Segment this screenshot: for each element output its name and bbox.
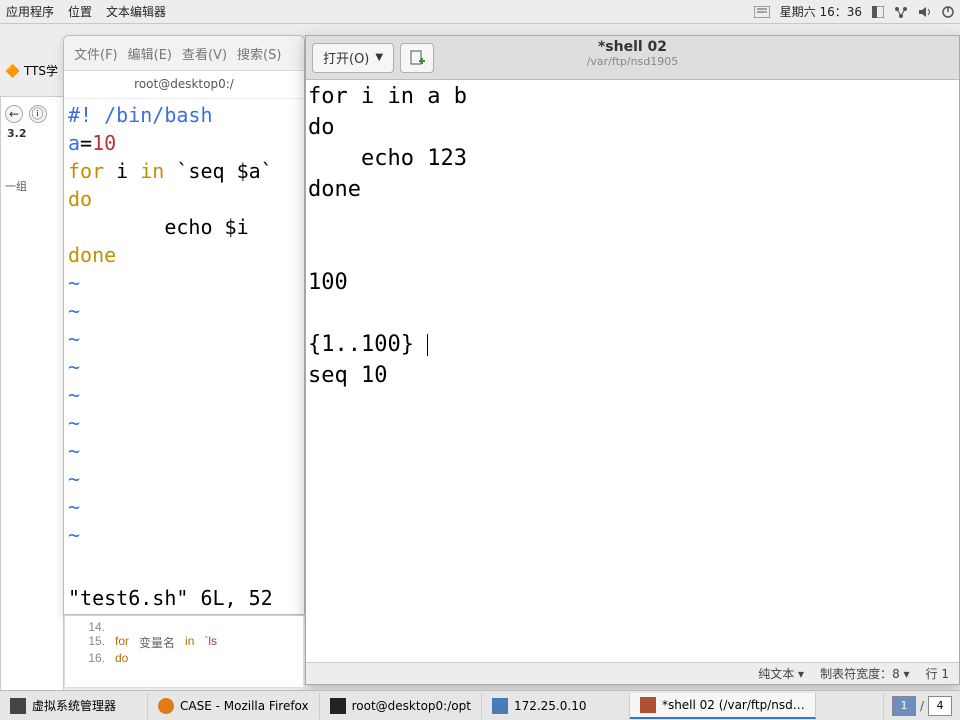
chevron-down-icon: ▼	[375, 52, 383, 63]
task-vm[interactable]: 虚拟系统管理器	[0, 693, 148, 719]
background-tab[interactable]: 🔶 TTS学	[5, 62, 58, 79]
info-button[interactable]: ⓘ	[29, 105, 47, 123]
vim-status-line: "test6.sh" 6L, 52	[68, 586, 273, 610]
workspace-current[interactable]: 1	[892, 696, 916, 716]
sidebar-toggle-icon[interactable]	[872, 6, 884, 18]
new-doc-icon	[409, 50, 425, 66]
gedit-textarea[interactable]: for i in a b do echo 123 done 100 {1..10…	[306, 80, 959, 662]
network-icon[interactable]	[894, 6, 908, 18]
gedit-statusbar: 纯文本 ▾ 制表符宽度：8 ▾ 行 1	[306, 662, 959, 684]
new-tab-button[interactable]	[400, 43, 434, 73]
gedit-line: for i in a b	[308, 84, 467, 109]
task-editor[interactable]: *shell 02 (/var/ftp/nsd…	[630, 693, 816, 719]
gedit-line: seq 10	[308, 363, 387, 388]
clock[interactable]: 星期六 16：36	[780, 3, 862, 20]
firefox-icon	[158, 698, 174, 714]
tab-icon: 🔶	[5, 64, 20, 78]
vim-tilde: ~	[68, 271, 80, 295]
workspace-total[interactable]: 4	[928, 696, 952, 716]
back-button[interactable]: ←	[5, 105, 23, 123]
vim-menu-file[interactable]: 文件(F)	[74, 44, 118, 63]
text-cursor	[427, 334, 428, 356]
open-button[interactable]: 打开(O) ▼	[312, 43, 394, 73]
vim-menubar: 文件(F) 编辑(E) 查看(V) 搜索(S)	[64, 36, 304, 71]
gedit-line: echo 123	[308, 146, 467, 171]
gedit-line: do	[308, 115, 335, 140]
vim-window: 文件(F) 编辑(E) 查看(V) 搜索(S) root@desktop0:/ …	[63, 35, 305, 615]
editor-icon	[640, 697, 656, 713]
background-browser: ← ⓘ 3.2 一组	[0, 96, 64, 696]
volume-icon[interactable]	[918, 6, 932, 18]
vim-menu-view[interactable]: 查看(V)	[182, 44, 227, 63]
vim-title: root@desktop0:/	[64, 71, 304, 99]
status-mode[interactable]: 纯文本 ▾	[758, 665, 804, 682]
task-firefox[interactable]: CASE - Mozilla Firefox	[148, 693, 320, 719]
top-menu-places[interactable]: 位置	[68, 3, 92, 20]
gedit-line: 100	[308, 270, 348, 295]
top-menu-apps[interactable]: 应用程序	[6, 3, 54, 20]
top-panel: 应用程序 位置 文本编辑器 星期六 16：36	[0, 0, 960, 24]
section-number: 3.2	[7, 127, 57, 140]
keyboard-icon[interactable]	[754, 6, 770, 18]
gedit-line: {1..100}	[308, 332, 414, 357]
gedit-toolbar: 打开(O) ▼ *shell 02 /var/ftp/nsd1905	[306, 36, 959, 80]
power-icon[interactable]	[942, 6, 954, 18]
vm-icon	[10, 698, 26, 714]
background-doc: 14. 15. for 变量名 in `ls 16. do	[64, 616, 304, 688]
status-lineinfo: 行 1	[926, 665, 949, 682]
vim-buffer[interactable]: #! /bin/bash a=10 for i in `seq $a` do e…	[64, 99, 304, 551]
gedit-window: 打开(O) ▼ *shell 02 /var/ftp/nsd1905 for i…	[305, 35, 960, 685]
top-menu: 应用程序 位置 文本编辑器	[6, 3, 166, 20]
vnc-icon	[492, 698, 508, 714]
task-terminal[interactable]: root@desktop0:/opt	[320, 693, 482, 719]
sidebar-fragment: 一组	[5, 178, 59, 194]
workspace-switcher[interactable]: 1 / 4	[883, 693, 960, 719]
terminal-icon	[330, 698, 346, 714]
vim-menu-search[interactable]: 搜索(S)	[237, 44, 281, 63]
status-tabwidth[interactable]: 制表符宽度：8 ▾	[820, 665, 909, 682]
task-vnc[interactable]: 172.25.0.10	[482, 693, 630, 719]
taskbar: 虚拟系统管理器 CASE - Mozilla Firefox root@desk…	[0, 690, 960, 720]
top-menu-editor[interactable]: 文本编辑器	[106, 3, 166, 20]
gedit-line: done	[308, 177, 361, 202]
vim-l1: #! /bin/bash	[68, 103, 213, 127]
vim-menu-edit[interactable]: 编辑(E)	[128, 44, 172, 63]
